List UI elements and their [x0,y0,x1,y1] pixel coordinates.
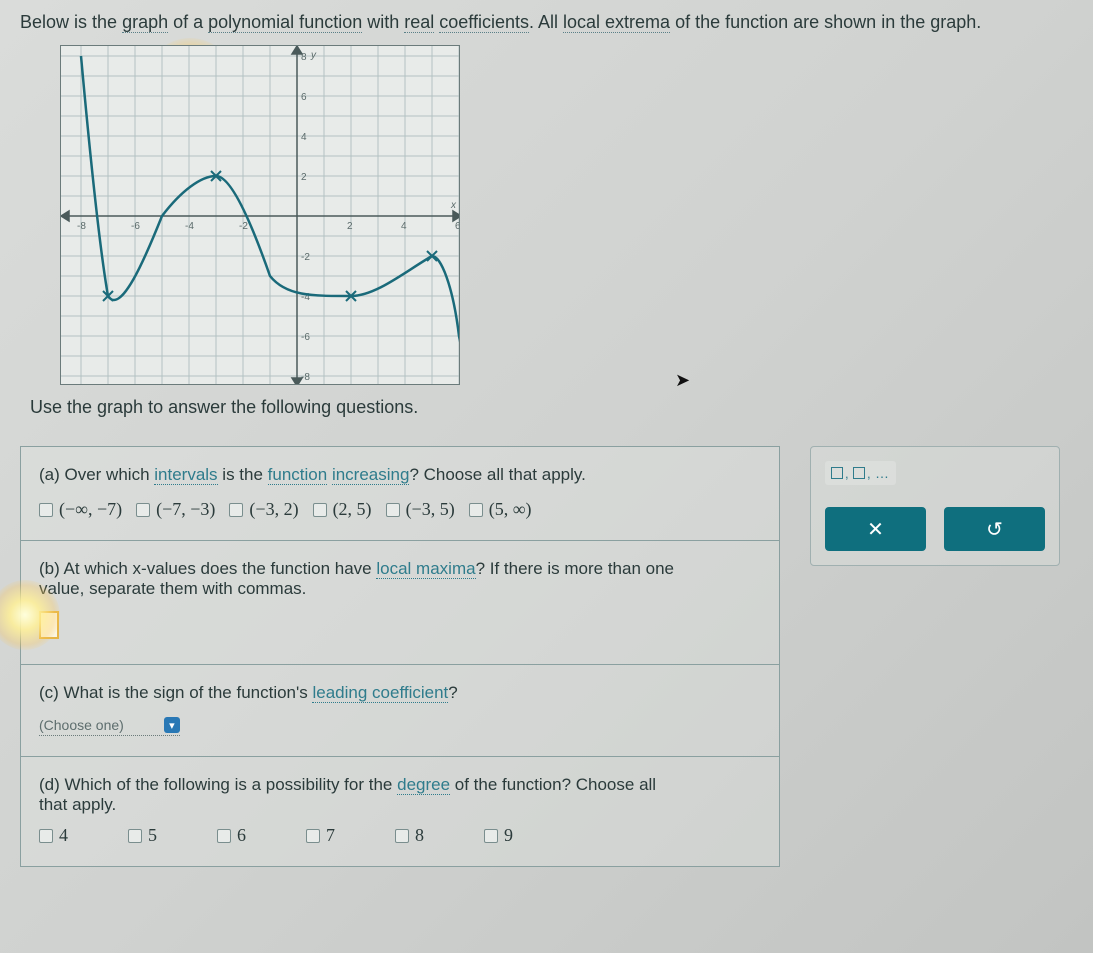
clear-button[interactable]: ✕ [825,507,926,551]
svg-text:-8: -8 [77,221,86,232]
tool-panel: ,,… ✕ ↺ [810,446,1060,566]
option-d-7: 7 [326,825,335,846]
sign-select-label: (Choose one) [39,717,124,733]
svg-text:-6: -6 [131,221,140,232]
checkbox-a-5[interactable] [386,503,400,517]
leading-coefficient-link: leading coefficient [312,683,448,703]
degree-link: degree [397,775,450,795]
polynomial-graph: 8 6 4 2 -2 -4 -6 -8 -8 -6 -4 -2 2 4 6 y … [60,45,460,385]
local-maxima-link: local maxima [376,559,475,579]
svg-text:-6: -6 [301,332,310,343]
option-a-1: (−∞, −7) [59,499,122,520]
local-maxima-input[interactable] [39,611,59,639]
questions-box: (a) Over which intervals is the function… [20,446,780,867]
svg-text:x: x [450,200,457,211]
dropdown-icon: ▾ [164,717,180,733]
question-b: (b) At which x-values does the function … [21,541,779,665]
mouse-cursor-icon: ➤ [675,370,690,391]
svg-text:8: 8 [301,52,307,63]
use-graph-text: Use the graph to answer the following qu… [30,397,1073,418]
checkbox-d-5[interactable] [128,829,142,843]
checkbox-a-3[interactable] [229,503,243,517]
question-d: (d) Which of the following is a possibil… [21,757,779,866]
reset-button[interactable]: ↺ [944,507,1045,551]
sign-select[interactable]: (Choose one) ▾ [39,717,180,736]
option-a-4: (2, 5) [333,499,372,520]
option-a-5: (−3, 5) [406,499,455,520]
option-d-9: 9 [504,825,513,846]
option-a-2: (−7, −3) [156,499,215,520]
svg-text:-2: -2 [301,252,310,263]
checkbox-d-4[interactable] [39,829,53,843]
reset-icon: ↺ [986,517,1003,542]
checkbox-a-2[interactable] [136,503,150,517]
option-d-4: 4 [59,825,68,846]
svg-text:4: 4 [301,132,307,143]
svg-text:y: y [310,50,317,61]
x-icon: ✕ [867,517,884,542]
question-c: (c) What is the sign of the function's l… [21,665,779,757]
checkbox-a-1[interactable] [39,503,53,517]
svg-text:-2: -2 [239,221,248,232]
function-link: function [268,465,328,485]
svg-text:-4: -4 [185,221,194,232]
list-format-button[interactable]: ,,… [825,461,896,485]
checkbox-d-9[interactable] [484,829,498,843]
svg-text:2: 2 [347,221,353,232]
svg-text:2: 2 [301,172,307,183]
checkbox-d-7[interactable] [306,829,320,843]
question-a: (a) Over which intervals is the function… [21,447,779,541]
intro-text: Below is the graph of a polynomial funct… [20,10,1073,35]
svg-text:-8: -8 [301,372,310,383]
checkbox-a-6[interactable] [469,503,483,517]
option-d-8: 8 [415,825,424,846]
option-d-5: 5 [148,825,157,846]
option-a-3: (−3, 2) [249,499,298,520]
option-a-6: (5, ∞) [489,499,532,520]
increasing-link: increasing [332,465,410,485]
checkbox-d-6[interactable] [217,829,231,843]
option-d-6: 6 [237,825,246,846]
svg-text:4: 4 [401,221,407,232]
intervals-link: intervals [154,465,217,485]
svg-text:6: 6 [301,92,307,103]
svg-text:6: 6 [455,221,460,232]
checkbox-d-8[interactable] [395,829,409,843]
checkbox-a-4[interactable] [313,503,327,517]
